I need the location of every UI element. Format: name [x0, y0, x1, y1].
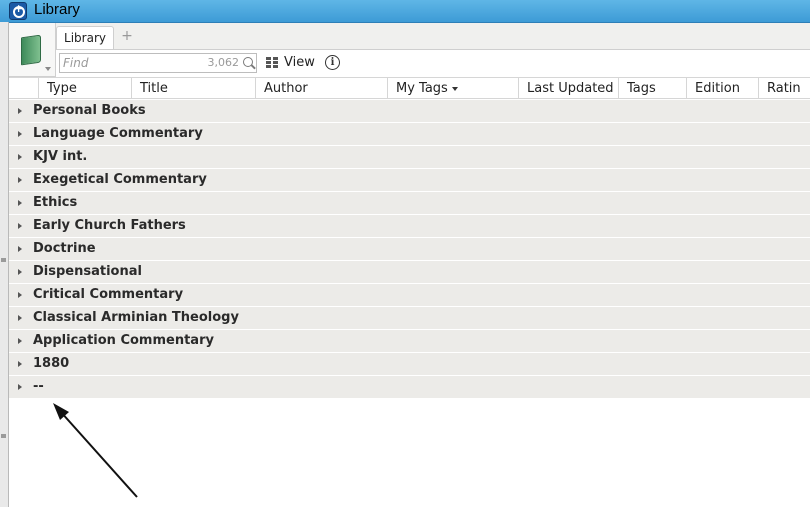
- group-row[interactable]: Doctrine: [9, 238, 810, 261]
- info-icon[interactable]: i: [325, 55, 340, 70]
- left-window-edge: [0, 22, 9, 507]
- column-label: Title: [140, 81, 168, 96]
- tab-library[interactable]: Library: [56, 26, 114, 49]
- column-label: My Tags: [396, 81, 448, 96]
- group-row[interactable]: Personal Books: [9, 100, 810, 123]
- triangle-right-icon[interactable]: [18, 177, 22, 183]
- splitter-grip[interactable]: [1, 258, 6, 262]
- search-icon[interactable]: [243, 57, 253, 67]
- triangle-right-icon[interactable]: [18, 246, 22, 252]
- chevron-down-icon: [45, 67, 51, 71]
- find-box[interactable]: 3,062: [59, 53, 257, 73]
- triangle-right-icon[interactable]: [18, 200, 22, 206]
- add-tab-button[interactable]: +: [119, 28, 135, 44]
- group-label: Ethics: [33, 195, 78, 210]
- triangle-right-icon[interactable]: [18, 223, 22, 229]
- column-label: Edition: [695, 81, 740, 96]
- group-label: KJV int.: [33, 149, 88, 164]
- column-tags[interactable]: Tags: [618, 78, 686, 99]
- triangle-right-icon[interactable]: [18, 338, 22, 344]
- logos-app-icon[interactable]: [9, 2, 27, 20]
- window-titlebar: Library: [0, 0, 810, 23]
- library-toolbar: 3,062 View i: [55, 50, 810, 77]
- column-label: Type: [47, 81, 77, 96]
- triangle-right-icon[interactable]: [18, 315, 22, 321]
- library-panel: Library + 3,062 View i Type Title Author…: [9, 23, 810, 507]
- column-type[interactable]: Type: [38, 78, 138, 99]
- triangle-right-icon[interactable]: [18, 384, 22, 390]
- group-row[interactable]: Critical Commentary: [9, 284, 810, 307]
- column-rating[interactable]: Ratin: [758, 78, 810, 99]
- column-label: Author: [264, 81, 308, 96]
- group-row[interactable]: Early Church Fathers: [9, 215, 810, 238]
- group-label: Application Commentary: [33, 333, 214, 348]
- group-label: Doctrine: [33, 241, 96, 256]
- group-row[interactable]: Ethics: [9, 192, 810, 215]
- triangle-right-icon[interactable]: [18, 292, 22, 298]
- group-label: 1880: [33, 356, 70, 371]
- triangle-right-icon[interactable]: [18, 108, 22, 114]
- book-icon: [21, 34, 41, 66]
- column-title[interactable]: Title: [131, 78, 255, 99]
- triangle-right-icon[interactable]: [18, 361, 22, 367]
- splitter-grip[interactable]: [1, 434, 6, 438]
- view-label: View: [284, 55, 315, 70]
- group-row[interactable]: 1880: [9, 353, 810, 376]
- group-label: Dispensational: [33, 264, 142, 279]
- tab-strip: Library +: [9, 23, 810, 50]
- group-row[interactable]: Exegetical Commentary: [9, 169, 810, 192]
- group-row[interactable]: --: [9, 376, 810, 399]
- group-label: Classical Arminian Theology: [33, 310, 239, 325]
- view-button[interactable]: View: [266, 53, 316, 73]
- group-row[interactable]: Classical Arminian Theology: [9, 307, 810, 330]
- column-header: Type Title Author My Tags Last Updated T…: [9, 77, 810, 99]
- group-row[interactable]: KJV int.: [9, 146, 810, 169]
- group-list: Personal Books Language Commentary KJV i…: [9, 100, 810, 399]
- window-title: Library: [34, 1, 80, 18]
- group-label: --: [33, 379, 44, 394]
- group-row[interactable]: Language Commentary: [9, 123, 810, 146]
- group-label: Language Commentary: [33, 126, 203, 141]
- column-author[interactable]: Author: [255, 78, 387, 99]
- grid-icon: [266, 57, 279, 69]
- column-label: Tags: [627, 81, 656, 96]
- column-label: Ratin: [767, 81, 801, 96]
- group-label: Early Church Fathers: [33, 218, 186, 233]
- column-label: Last Updated: [527, 81, 614, 96]
- column-edition[interactable]: Edition: [686, 78, 758, 99]
- group-row[interactable]: Application Commentary: [9, 330, 810, 353]
- group-row[interactable]: Dispensational: [9, 261, 810, 284]
- panel-menu-button[interactable]: [9, 23, 56, 77]
- triangle-right-icon[interactable]: [18, 154, 22, 160]
- caret-down-icon: [451, 86, 458, 91]
- result-count: 3,062: [207, 56, 240, 69]
- triangle-right-icon[interactable]: [18, 131, 22, 137]
- group-label: Personal Books: [33, 103, 146, 118]
- triangle-right-icon[interactable]: [18, 269, 22, 275]
- column-my-tags[interactable]: My Tags: [387, 78, 518, 99]
- group-label: Exegetical Commentary: [33, 172, 207, 187]
- search-input[interactable]: [63, 55, 203, 71]
- column-last-updated[interactable]: Last Updated: [518, 78, 618, 99]
- group-label: Critical Commentary: [33, 287, 184, 302]
